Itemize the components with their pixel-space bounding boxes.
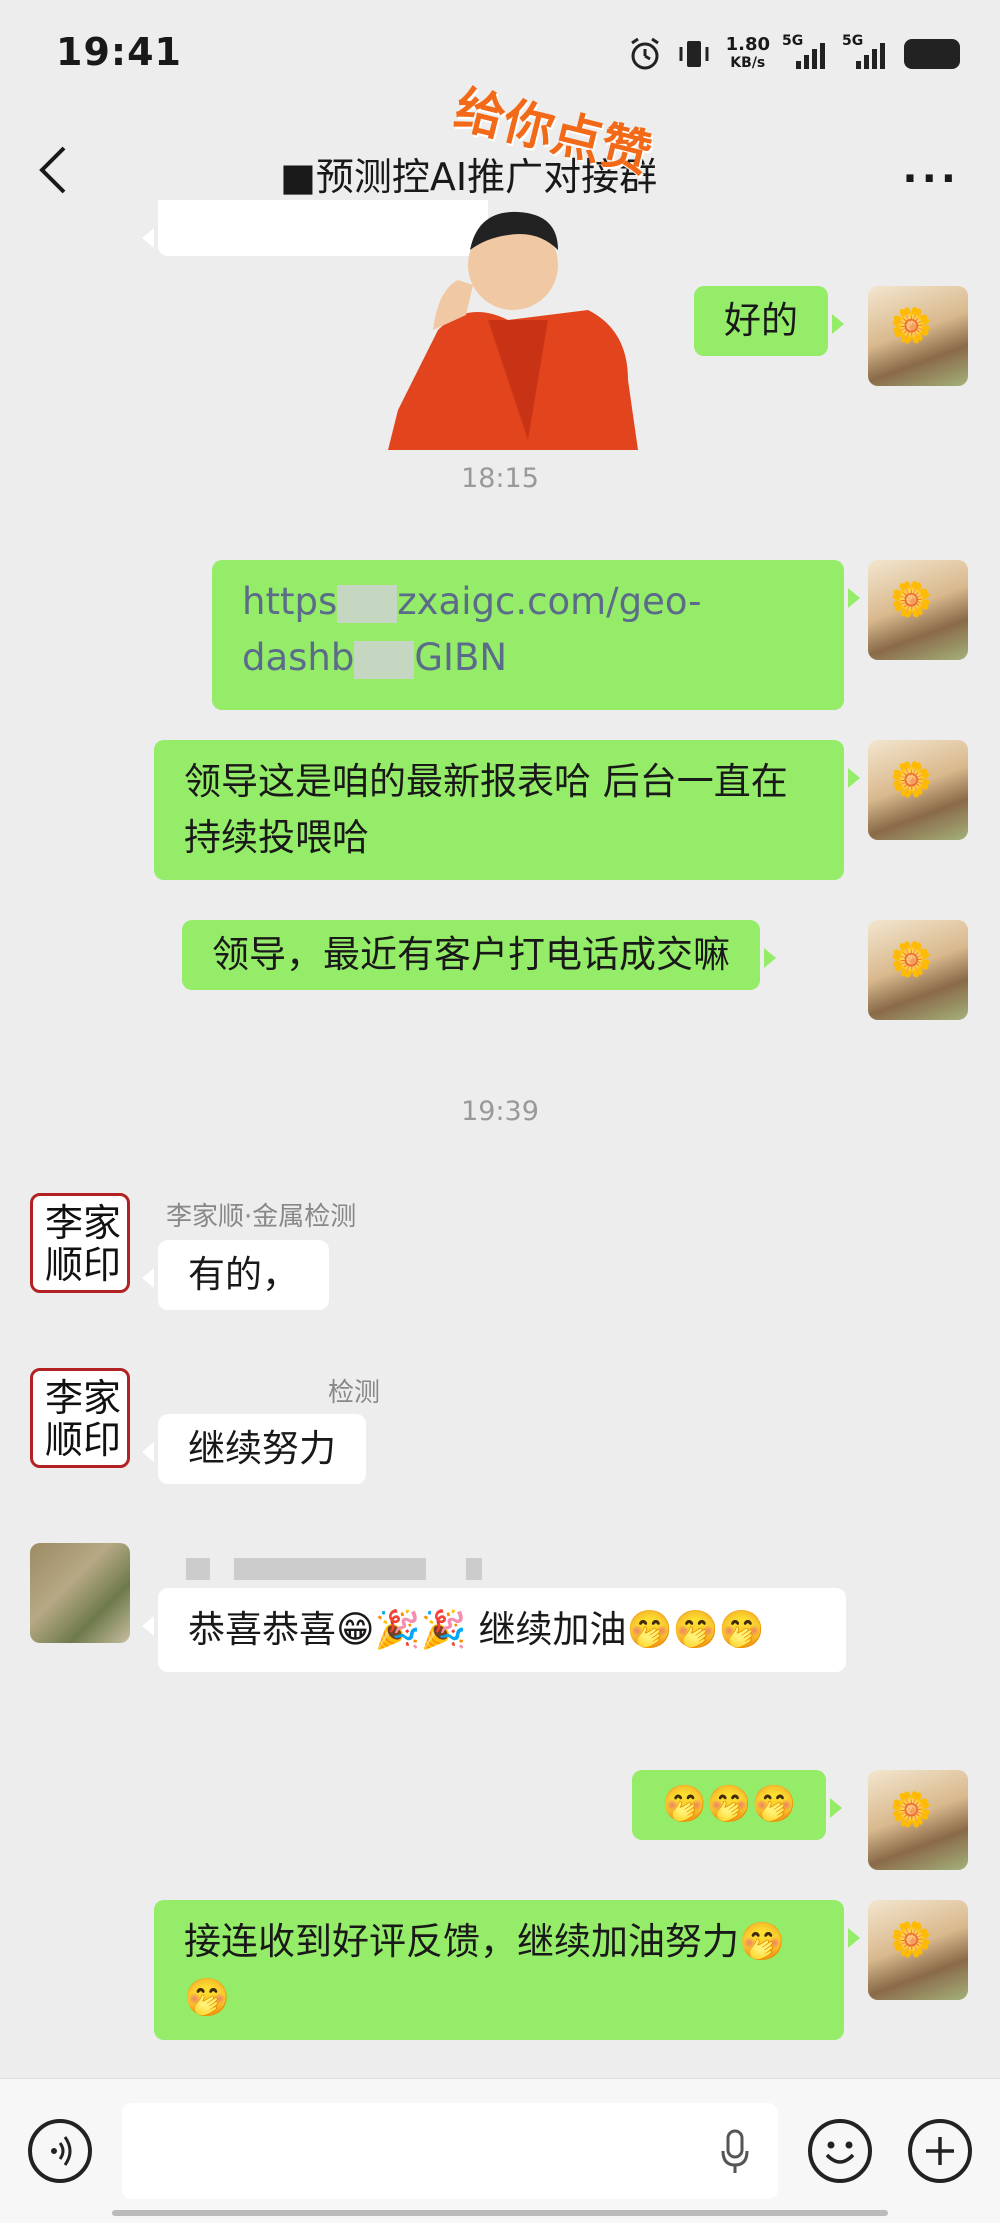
message-bubble-link[interactable]: https zxaigc.com/geo- dashb GIBN xyxy=(212,560,860,710)
timestamp: 18:15 xyxy=(461,463,539,494)
emoji-button[interactable] xyxy=(808,2119,872,2183)
back-arrow-icon[interactable] xyxy=(34,140,74,200)
sender-name: 检测 xyxy=(328,1378,381,1408)
censor-block xyxy=(354,640,415,679)
flower-icon: 🌼 xyxy=(890,306,933,346)
my-avatar[interactable]: 🌼 xyxy=(868,286,968,386)
sender-name-redacted xyxy=(186,1558,586,1580)
seal-avatar[interactable]: 李家顺印 xyxy=(30,1368,130,1468)
message-bubble-ok[interactable]: 好的 xyxy=(694,286,844,356)
message-bubble-report[interactable]: 领导这是咱的最新报表哈 后台一直在持续投喂哈 xyxy=(154,740,860,880)
microphone-icon[interactable] xyxy=(720,2129,750,2175)
network-speed: 1.80 KB/s xyxy=(725,34,770,72)
my-avatar[interactable]: 🌼 xyxy=(868,920,968,1020)
my-avatar[interactable]: 🌼 xyxy=(868,740,968,840)
message-bubble-reply2[interactable]: 继续努力 xyxy=(142,1414,366,1484)
message-bubble-final[interactable]: 接连收到好评反馈，继续加油努力🤭🤭 xyxy=(154,1900,860,2040)
signal-icon-2: 5G xyxy=(842,33,890,69)
censor-block xyxy=(337,584,398,623)
seal-avatar[interactable]: 李家顺印 xyxy=(30,1193,130,1293)
my-avatar[interactable]: 🌼 xyxy=(868,1770,968,1870)
smiley-icon xyxy=(825,2141,855,2164)
alarm-icon xyxy=(630,37,659,70)
flower-icon: 🌼 xyxy=(890,580,933,620)
message-bubble-emoji[interactable]: 🤭🤭🤭 xyxy=(632,1770,844,1840)
my-avatar[interactable]: 🌼 xyxy=(868,1900,968,2000)
message-input[interactable] xyxy=(122,2103,778,2199)
flower-icon: 🌼 xyxy=(890,1920,933,1960)
flower-icon: 🌼 xyxy=(890,760,933,800)
message-bubble-question[interactable]: 领导，最近有客户打电话成交嘛 xyxy=(182,920,776,990)
battery-icon xyxy=(904,39,960,69)
home-indicator[interactable] xyxy=(112,2210,888,2216)
message-bubble-reply1[interactable]: 有的， xyxy=(142,1240,329,1310)
contact-avatar[interactable] xyxy=(30,1543,130,1643)
add-button[interactable] xyxy=(908,2119,972,2183)
more-menu-icon[interactable]: ··· xyxy=(902,156,960,202)
vibrate-icon xyxy=(679,41,709,67)
status-time: 19:41 xyxy=(56,30,182,74)
voice-toggle-icon[interactable] xyxy=(28,2119,92,2183)
timestamp: 19:39 xyxy=(461,1096,539,1127)
system-icons: 1.80 KB/s 5G 5G xyxy=(628,32,960,76)
flower-icon: 🌼 xyxy=(890,940,933,980)
my-avatar[interactable]: 🌼 xyxy=(868,560,968,660)
input-bar xyxy=(0,2078,1000,2223)
plus-icon xyxy=(926,2137,954,2165)
thumbs-up-sticker[interactable] xyxy=(378,180,648,450)
flower-icon: 🌼 xyxy=(890,1790,933,1830)
message-bubble-congrats[interactable]: 恭喜恭喜😁🎉🎉 继续加油🤭🤭🤭 xyxy=(142,1588,846,1672)
sound-wave-icon xyxy=(51,2136,72,2166)
sender-name: 李家顺·金属检测 xyxy=(166,1202,357,1232)
signal-icon: 5G xyxy=(782,33,830,69)
